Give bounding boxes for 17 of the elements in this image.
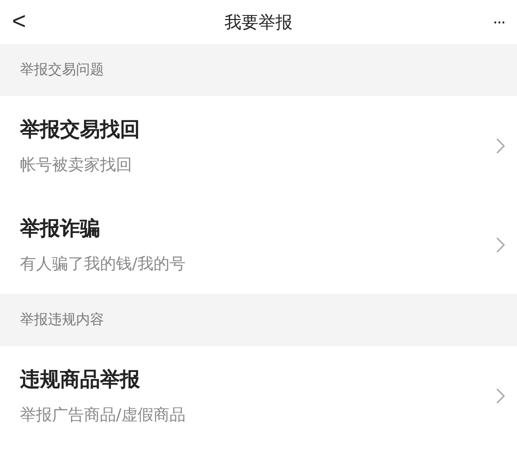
report-option[interactable]: 举报交易找回 帐号被卖家找回 xyxy=(0,96,517,195)
option-subtitle: 举报广告商品/虚假商品 xyxy=(20,404,186,426)
chevron-icon xyxy=(496,388,505,404)
report-option[interactable]: 举报诈骗 有人骗了我的钱/我的号 xyxy=(0,195,517,294)
section-title: 举报交易问题 xyxy=(20,61,104,79)
section-title: 举报违规内容 xyxy=(20,311,104,329)
option-title: 举报交易找回 xyxy=(20,116,140,142)
option-title: 举报诈骗 xyxy=(20,214,101,242)
option-subtitle: 有人骗了我的钱/我的号 xyxy=(20,254,186,274)
chevron-icon xyxy=(496,138,505,154)
page-title: 我要举报 xyxy=(224,12,292,34)
chevron-icon xyxy=(496,236,505,252)
more-button[interactable]: ··· xyxy=(475,12,505,32)
option-subtitle: 帐号被卖家找回 xyxy=(20,154,133,176)
report-option[interactable]: 违规商品举报 举报广告商品/虚假商品 xyxy=(0,346,517,445)
option-title: 违规商品举报 xyxy=(20,366,141,392)
back-button[interactable]: < xyxy=(12,8,42,36)
